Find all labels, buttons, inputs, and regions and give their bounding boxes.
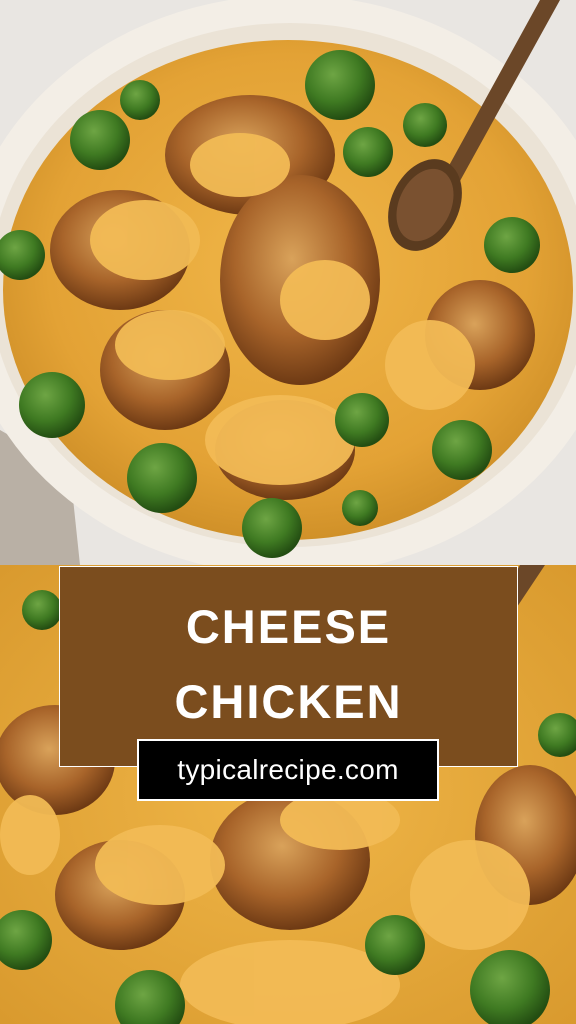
top-food-illustration — [0, 0, 576, 565]
top-food-photo — [0, 0, 576, 565]
title-line-2: CHICKEN — [174, 675, 403, 728]
website-link[interactable]: typicalrecipe.com — [177, 754, 398, 786]
title-panel: CHEESE CHICKEN — [59, 566, 518, 767]
website-badge[interactable]: typicalrecipe.com — [137, 739, 439, 801]
title-line-1: CHEESE — [185, 600, 392, 653]
